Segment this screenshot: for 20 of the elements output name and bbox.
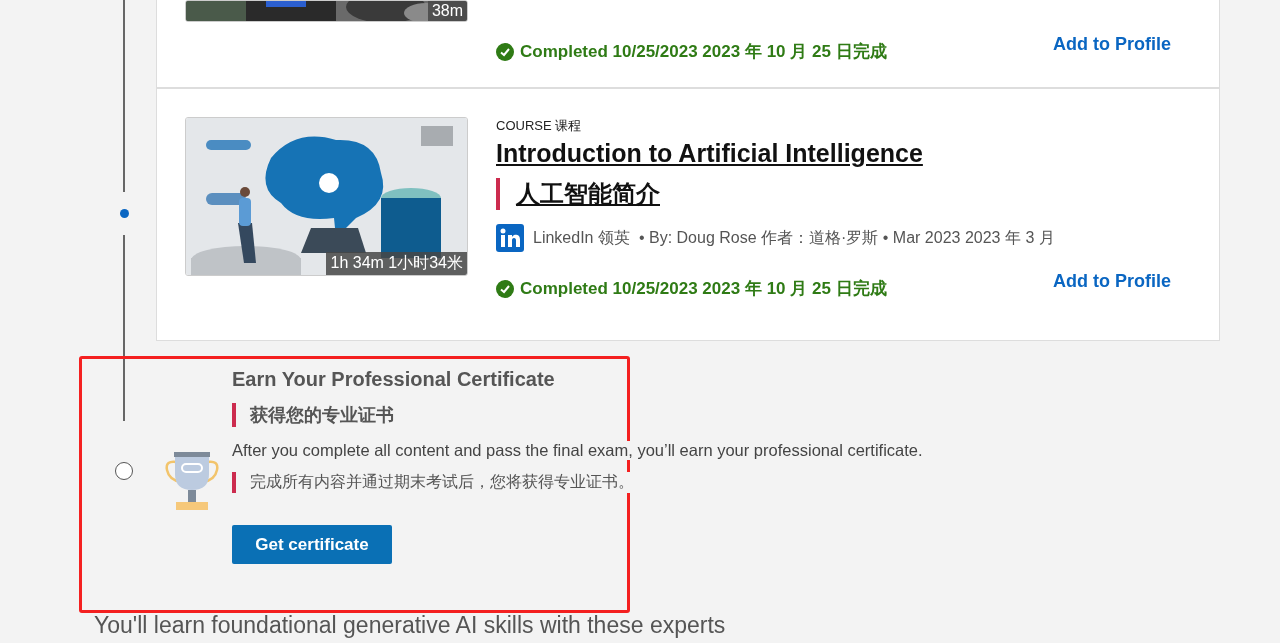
linkedin-logo-icon: [496, 224, 524, 252]
check-circle-icon: [496, 42, 514, 61]
add-to-profile-link[interactable]: Add to Profile: [1053, 271, 1171, 292]
certificate-title-translation: 获得您的专业证书: [250, 404, 394, 427]
course-title-link[interactable]: Introduction to Artificial Intelligence: [496, 139, 1171, 168]
course-meta-text: • By: Doug Rose 作者：道格·罗斯 • Mar 2023 2023 年 3 月: [638, 227, 1055, 248]
certificate-title: Earn Your Professional Certificate: [232, 368, 556, 391]
experts-heading: You'll learn foundational generative AI skills with these experts: [94, 614, 727, 637]
certificate-description: After you complete all content and pass the final exam, you’ll earn your professional certificate.: [232, 441, 923, 460]
duration-label: 38m: [427, 1, 467, 21]
add-to-profile-link[interactable]: Add to Profile: [1053, 34, 1171, 55]
completed-status: Completed 10/25/2023 2023 年 10 月 25 日完成: [520, 278, 887, 300]
get-certificate-button[interactable]: Get certificate: [232, 525, 392, 564]
completed-status: Completed 10/25/2023 2023 年 10 月 25 日完成: [520, 41, 887, 63]
trophy-icon: [163, 452, 221, 512]
duration-label: 1h 34m 1小时34米: [326, 252, 467, 275]
check-circle-icon: [496, 279, 514, 298]
provider-label: LinkedIn 领英: [533, 227, 630, 248]
course-type-label: COURSE 课程: [496, 117, 583, 135]
course-title-translation-link[interactable]: 人工智能简介: [516, 178, 660, 210]
